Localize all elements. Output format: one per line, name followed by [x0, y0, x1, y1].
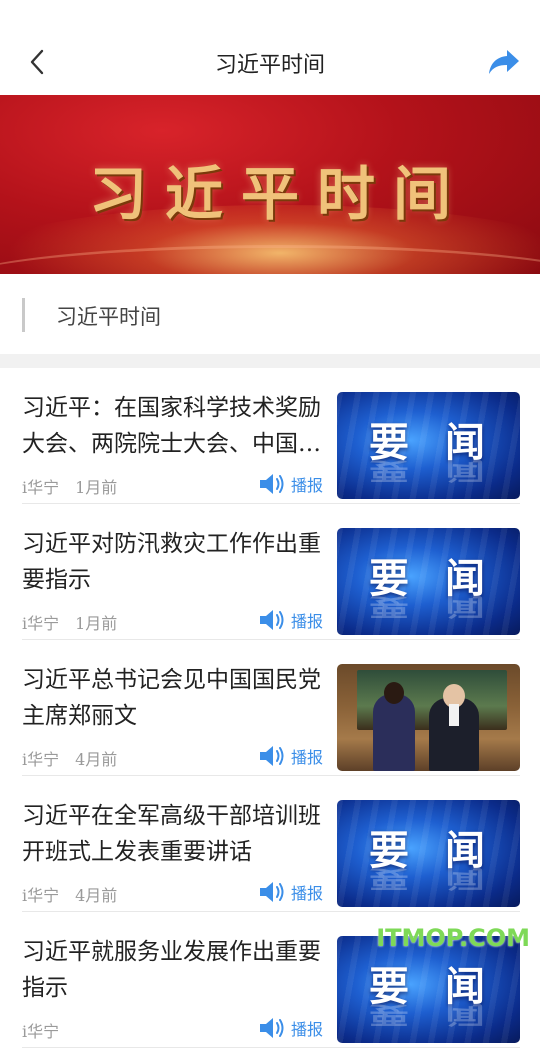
thumb-reflection: 要 [369, 1000, 409, 1029]
news-meta: i华宁 [22, 1018, 91, 1042]
news-time: 1月前 [75, 478, 118, 497]
news-source: i华宁 [22, 614, 60, 633]
news-thumbnail[interactable]: 要闻要闻 [337, 392, 520, 499]
thumb-rays [337, 392, 520, 499]
thumb-reflection: 要 [369, 592, 409, 621]
thumb-rays [337, 800, 520, 907]
news-item[interactable]: 习近平：在国家科学技术奖励大会、两院院士大会、中国科协第十一次全国代表大会上的讲… [0, 368, 540, 504]
news-thumbnail[interactable]: 要闻要闻 [337, 800, 520, 907]
banner: 习近平时间 [0, 95, 540, 274]
play-button[interactable]: 播报 [258, 608, 323, 632]
news-thumbnail[interactable] [337, 664, 520, 771]
news-item[interactable]: 习近平总书记会见中国国民党主席郑丽文 i华宁 4月前 播报 [0, 640, 540, 776]
news-title[interactable]: 习近平：在国家科学技术奖励大会、两院院士大会、中国科协第十一次全国代表大会上的讲… [22, 390, 322, 462]
speaker-icon [260, 746, 284, 766]
news-thumbnail[interactable]: 要闻要闻 [337, 528, 520, 635]
news-title[interactable]: 习近平就服务业发展作出重要指示 [22, 934, 322, 1006]
section-header: 习近平时间 [0, 274, 540, 354]
news-meta: i华宁 4月前 [22, 882, 133, 906]
speaker-icon [260, 610, 284, 630]
play-label: 播报 [291, 748, 324, 767]
play-label: 播报 [291, 612, 324, 631]
news-meta: i华宁 4月前 [22, 746, 133, 770]
section-gap [0, 354, 540, 368]
page-title: 习近平时间 [214, 53, 325, 78]
news-time: 4月前 [75, 886, 118, 905]
thumb-reflection: 闻 [445, 592, 485, 621]
thumb-rays [337, 528, 520, 635]
speaker-icon [260, 474, 284, 494]
section-bar [22, 298, 25, 332]
share-button[interactable] [486, 44, 522, 80]
news-title[interactable]: 习近平总书记会见中国国民党主席郑丽文 [22, 662, 322, 734]
banner-title: 习近平时间 [88, 160, 469, 228]
play-label: 播报 [291, 884, 324, 903]
news-time: 4月前 [75, 750, 118, 769]
news-title[interactable]: 习近平对防汛救灾工作作出重要指示 [22, 526, 322, 598]
news-time: 1月前 [75, 614, 118, 633]
news-meta: i华宁 1月前 [22, 474, 133, 498]
news-source: i华宁 [22, 478, 60, 497]
thumb-rays [337, 936, 520, 1043]
play-label: 播报 [291, 476, 324, 495]
news-title[interactable]: 习近平在全军高级干部培训班开班式上发表重要讲话 [22, 798, 322, 870]
thumb-reflection: 闻 [445, 1000, 485, 1029]
news-source: i华宁 [22, 1022, 60, 1041]
photo-head1 [384, 682, 404, 704]
photo-shirt [449, 704, 459, 726]
news-source: i华宁 [22, 886, 60, 905]
section-title: 习近平时间 [56, 305, 161, 329]
speaker-icon [260, 1018, 284, 1038]
news-item[interactable]: 习近平在全军高级干部培训班开班式上发表重要讲话 i华宁 4月前 播报要闻要闻 [0, 776, 540, 912]
top-bar: 习近平时间 [0, 0, 540, 95]
news-meta: i华宁 1月前 [22, 610, 133, 634]
play-button[interactable]: 播报 [258, 880, 323, 904]
play-button[interactable]: 播报 [258, 1016, 323, 1040]
thumb-reflection: 要 [369, 456, 409, 485]
thumb-reflection: 闻 [445, 456, 485, 485]
share-arrow-icon [489, 50, 519, 74]
news-item[interactable]: 习近平对防汛救灾工作作出重要指示 i华宁 1月前 播报要闻要闻 [0, 504, 540, 640]
play-button[interactable]: 播报 [258, 744, 323, 768]
news-source: i华宁 [22, 750, 60, 769]
play-label: 播报 [291, 1020, 324, 1039]
play-button[interactable]: 播报 [258, 472, 323, 496]
thumb-reflection: 闻 [445, 864, 485, 893]
watermark: ITMOP.COM [376, 924, 530, 952]
photo-person1 [373, 694, 415, 771]
news-thumbnail[interactable]: 要闻要闻 [337, 936, 520, 1043]
speaker-icon [260, 882, 284, 902]
thumb-reflection: 要 [369, 864, 409, 893]
